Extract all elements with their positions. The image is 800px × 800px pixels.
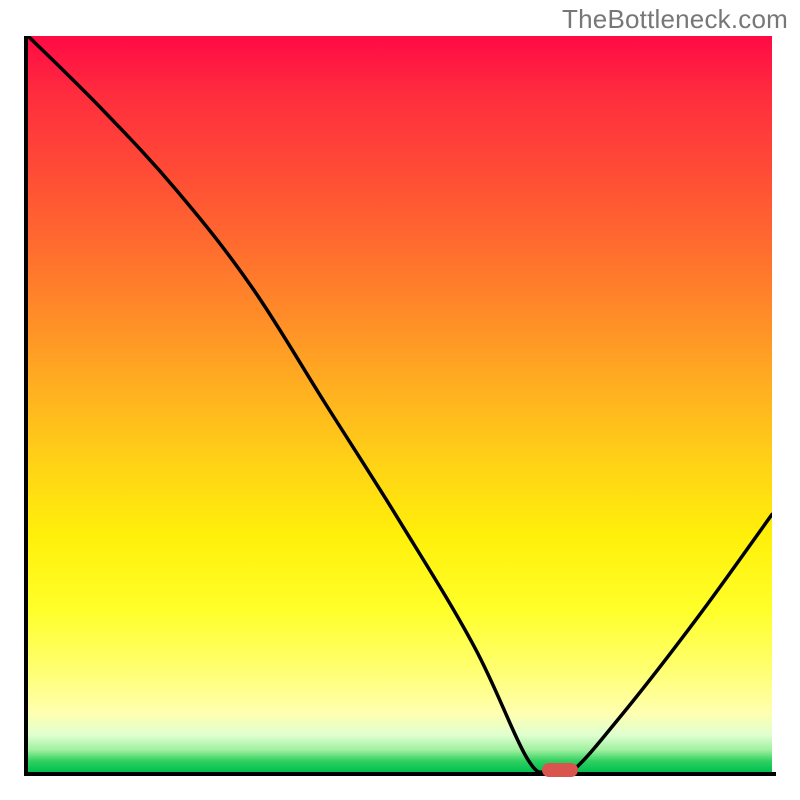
bottleneck-curve — [28, 36, 772, 772]
x-axis-line — [24, 772, 776, 776]
chart-container: TheBottleneck.com — [0, 0, 800, 800]
watermark-text: TheBottleneck.com — [562, 4, 788, 35]
optimal-point-marker — [542, 763, 578, 777]
